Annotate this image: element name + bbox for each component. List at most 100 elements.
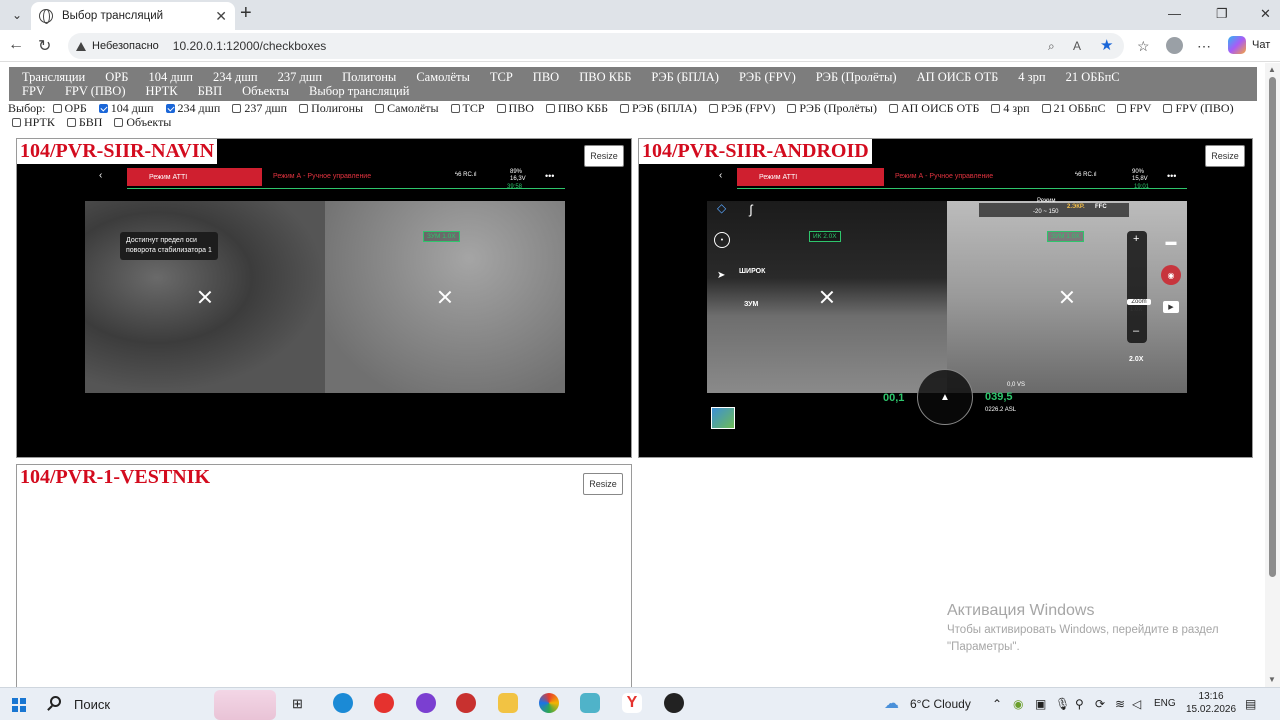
checkbox[interactable]: [1163, 104, 1173, 113]
checkbox[interactable]: [620, 104, 629, 113]
wide-label[interactable]: ШИРОК: [739, 268, 765, 275]
tab-close-icon[interactable]: ✕: [215, 8, 227, 25]
record-icon[interactable]: ◉: [1161, 265, 1181, 285]
tray-sync-icon[interactable]: ⟳: [1095, 697, 1105, 711]
target-icon[interactable]: •: [714, 232, 730, 248]
checkbox[interactable]: [708, 104, 718, 113]
checkbox-label[interactable]: Объекты: [126, 115, 171, 129]
tab-list-chevron-icon[interactable]: ⌄: [6, 5, 28, 25]
nav-link[interactable]: ПВО КББ: [579, 70, 631, 84]
copilot-icon[interactable]: [1228, 36, 1246, 54]
favorites-icon[interactable]: ☆: [1137, 38, 1150, 55]
checkbox-label[interactable]: РЭБ (БПЛА): [632, 101, 697, 115]
checkbox[interactable]: [787, 104, 797, 113]
zoom-magnifier-icon[interactable]: ⌕: [1048, 39, 1055, 54]
task-view-icon[interactable]: ⊞: [292, 696, 303, 712]
nav-link[interactable]: АП ОИСБ ОТБ: [917, 70, 999, 84]
profile-avatar[interactable]: [1166, 37, 1183, 54]
checkbox[interactable]: [450, 104, 460, 113]
yandex-browser-icon[interactable]: Y: [622, 693, 642, 713]
checkbox-label[interactable]: FPV: [1129, 101, 1151, 115]
checkbox[interactable]: [114, 118, 124, 127]
nav-link[interactable]: 234 дшп: [213, 70, 258, 84]
ir-mode-label[interactable]: 2.ЭКР.: [1067, 204, 1085, 210]
system-clock[interactable]: 13:16 15.02.2026: [1186, 690, 1236, 716]
checkbox[interactable]: [496, 104, 506, 113]
red-app-icon[interactable]: [456, 693, 476, 713]
nav-link[interactable]: FPV (ПВО): [65, 84, 126, 98]
map-icon[interactable]: [711, 407, 735, 429]
checkbox[interactable]: [1041, 104, 1051, 113]
nav-link[interactable]: ТСР: [490, 70, 513, 84]
resize-button[interactable]: Resize: [1205, 145, 1245, 167]
checkbox[interactable]: [991, 104, 1001, 113]
search-highlight-image[interactable]: [214, 690, 276, 720]
weather-text[interactable]: 6°C Cloudy: [910, 697, 971, 711]
checkbox-label[interactable]: ПВО КББ: [558, 101, 608, 115]
checkbox-label[interactable]: 237 дшп: [244, 101, 287, 115]
nav-link[interactable]: ОРБ: [105, 70, 128, 84]
checkbox[interactable]: [98, 104, 108, 113]
checkbox[interactable]: [232, 104, 242, 113]
nav-link[interactable]: 21 ОББпС: [1066, 70, 1120, 84]
checkbox-label[interactable]: ТСР: [463, 101, 485, 115]
yandex-app-icon[interactable]: [374, 693, 394, 713]
minimize-icon[interactable]: —: [1168, 6, 1181, 21]
scrollbar-thumb[interactable]: [1269, 77, 1276, 577]
tool-app-icon[interactable]: [580, 693, 600, 713]
zoom-minus-icon[interactable]: –: [1133, 325, 1139, 337]
cloud-weather-icon[interactable]: ☁: [884, 694, 899, 712]
checkbox-label[interactable]: Самолёты: [387, 101, 438, 115]
tray-tool-icon[interactable]: ⚲: [1075, 697, 1084, 711]
favorite-star-icon[interactable]: ★: [1100, 36, 1113, 54]
checkbox[interactable]: [12, 118, 21, 127]
nav-link[interactable]: РЭБ (Пролёты): [816, 70, 897, 84]
url-text[interactable]: 10.20.0.1:12000/checkboxes: [173, 39, 326, 53]
resize-button[interactable]: Resize: [584, 145, 624, 167]
new-tab-plus-icon[interactable]: +: [240, 3, 252, 23]
checkbox-label[interactable]: РЭБ (Пролёты): [799, 101, 877, 115]
scroll-up-icon[interactable]: ▲: [1268, 65, 1276, 74]
checkbox[interactable]: [299, 104, 309, 113]
more-menu-icon[interactable]: ⋯: [1197, 38, 1211, 55]
chat-label[interactable]: Чат: [1252, 39, 1270, 51]
microphone-icon[interactable]: 🎙: [1055, 697, 1070, 711]
checkbox[interactable]: [1117, 104, 1127, 113]
window-close-icon[interactable]: ✕: [1260, 6, 1271, 22]
nav-link[interactable]: РЭБ (FPV): [739, 70, 796, 84]
checkbox-label[interactable]: 234 дшп: [178, 101, 221, 115]
reload-icon[interactable]: ↻: [38, 36, 51, 56]
search-icon[interactable]: [50, 696, 61, 707]
zoom-plus-icon[interactable]: +: [1133, 233, 1139, 245]
wifi-icon[interactable]: ≋: [1115, 697, 1125, 711]
nav-link[interactable]: 237 дшп: [278, 70, 323, 84]
taskbar-search-label[interactable]: Поиск: [74, 697, 110, 712]
nav-link[interactable]: FPV: [22, 84, 45, 98]
language-indicator[interactable]: ENG: [1154, 698, 1176, 709]
checkbox-label[interactable]: АП ОИСБ ОТБ: [901, 101, 979, 115]
tray-chevron-icon[interactable]: ⌃: [992, 697, 1002, 711]
gimbal-icon[interactable]: ʃ: [741, 199, 761, 219]
ffc-label[interactable]: FFC: [1095, 204, 1107, 210]
scroll-down-icon[interactable]: ▼: [1268, 675, 1276, 684]
checkbox[interactable]: [52, 104, 62, 113]
warning-icon[interactable]: [76, 41, 86, 51]
checkbox[interactable]: [375, 104, 385, 113]
resize-button[interactable]: Resize: [583, 473, 623, 495]
insecure-label[interactable]: Небезопасно: [92, 40, 159, 52]
checkbox-label[interactable]: РЭБ (FPV): [721, 101, 776, 115]
browser-tab[interactable]: Выбор трансляций ✕: [31, 2, 235, 30]
chrome-app-icon[interactable]: [539, 693, 559, 713]
checkbox-label[interactable]: НРТК: [24, 115, 55, 129]
notifications-icon[interactable]: ▤: [1245, 697, 1256, 711]
checkbox-label[interactable]: 4 зрп: [1003, 101, 1029, 115]
checkbox[interactable]: [888, 104, 898, 113]
nav-link[interactable]: ПВО: [533, 70, 559, 84]
nav-link[interactable]: Самолёты: [416, 70, 470, 84]
messenger-app-icon[interactable]: [416, 693, 436, 713]
checkbox[interactable]: [545, 104, 555, 113]
nav-link[interactable]: БВП: [198, 84, 223, 98]
black-app-icon[interactable]: [664, 693, 684, 713]
checkbox-label[interactable]: БВП: [79, 115, 103, 129]
video-camera-icon[interactable]: ▬: [1161, 235, 1181, 249]
